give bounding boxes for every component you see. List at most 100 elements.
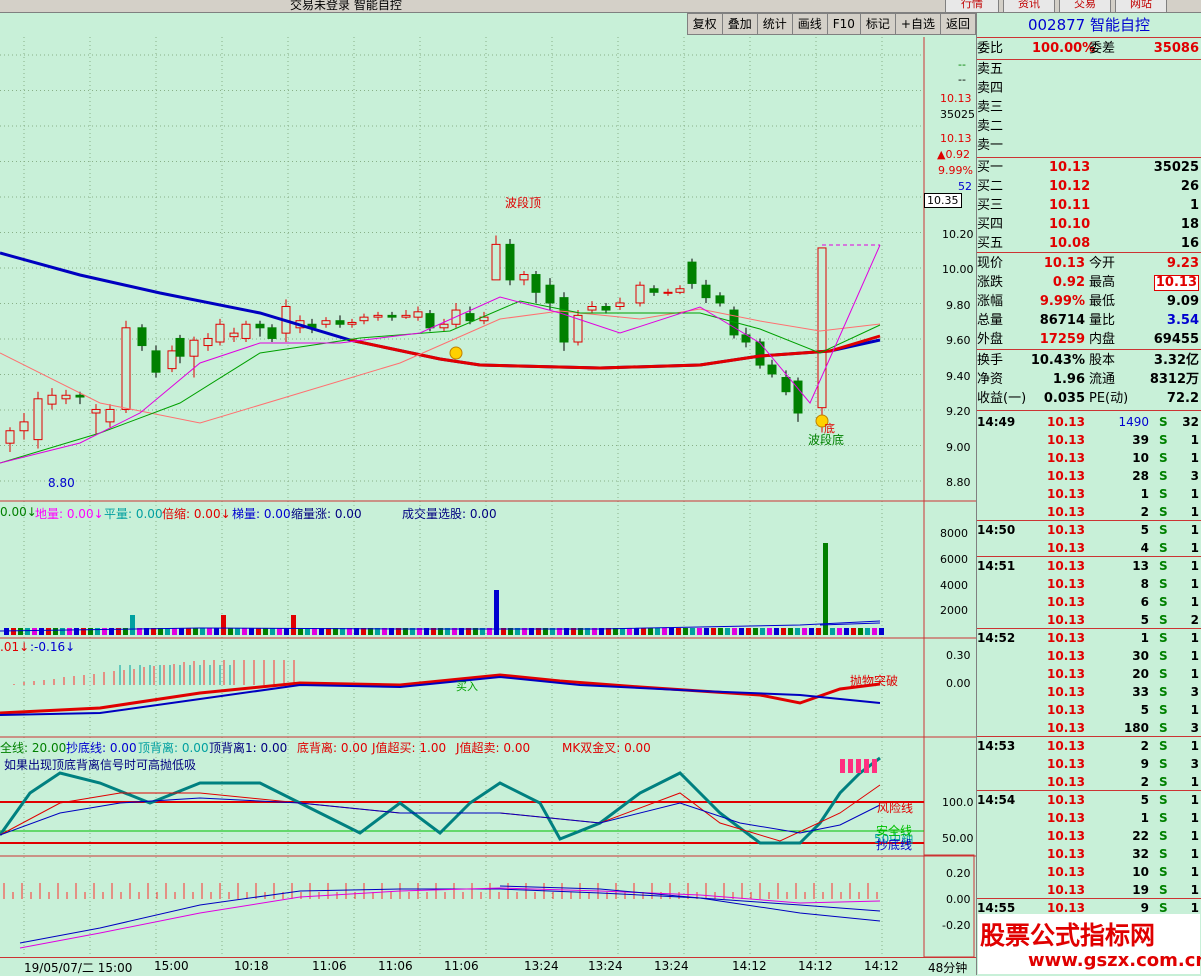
tick-side: S bbox=[1159, 775, 1168, 789]
candle-body bbox=[465, 313, 475, 322]
tick-volume: 2 bbox=[1140, 739, 1149, 753]
grid-lines bbox=[0, 37, 924, 957]
volume-bar bbox=[235, 628, 240, 635]
tick-volume: 180 bbox=[1123, 721, 1149, 735]
tick-row: 10.13 32 S 1 bbox=[977, 845, 1201, 863]
volume-bar bbox=[193, 628, 198, 635]
candle-body bbox=[387, 314, 397, 318]
kline-chart[interactable] bbox=[0, 13, 976, 975]
volume-bar bbox=[249, 628, 254, 635]
market-tab[interactable]: 行情 bbox=[945, 0, 999, 12]
candle-body bbox=[203, 337, 213, 347]
kdj-axis-label: 50.00 bbox=[942, 832, 974, 845]
sell-label: 卖五 bbox=[977, 62, 1004, 77]
tick-volume: 1490 bbox=[1118, 415, 1149, 429]
last-axis-label: 0.20 bbox=[946, 867, 971, 880]
candle-body bbox=[137, 327, 147, 347]
volume-bar bbox=[81, 628, 86, 635]
candle-body bbox=[33, 398, 43, 441]
tick-count: 32 bbox=[1182, 415, 1199, 429]
volume-bar bbox=[739, 628, 744, 635]
tick-price: 10.13 bbox=[1047, 811, 1085, 825]
candle-body bbox=[615, 302, 625, 308]
tick-row: 14:51 10.13 13 S 1 bbox=[977, 557, 1201, 575]
mini-info: ▲0.92 bbox=[937, 148, 970, 161]
quote-label: 涨跌 bbox=[977, 275, 1004, 290]
macd-header-a: .01↓ bbox=[0, 640, 30, 654]
tick-side: S bbox=[1159, 487, 1168, 501]
volume-bar bbox=[760, 628, 765, 635]
tick-count: 1 bbox=[1190, 433, 1199, 447]
tick-count: 1 bbox=[1190, 487, 1199, 501]
tick-price: 10.13 bbox=[1047, 451, 1085, 465]
tick-side: S bbox=[1159, 847, 1168, 861]
volume-bar bbox=[830, 628, 835, 635]
buy-price: 10.12 bbox=[1049, 179, 1091, 194]
tick-side: S bbox=[1159, 577, 1168, 591]
low-price-label: 8.80 bbox=[48, 476, 75, 490]
candle-body bbox=[347, 321, 357, 325]
kdj-signal-bar bbox=[872, 759, 877, 773]
buy-row: 买二 10.12 26 bbox=[977, 178, 1201, 196]
tick-side: S bbox=[1159, 865, 1168, 879]
quote-label: 现价 bbox=[977, 256, 1004, 271]
volume-bar bbox=[60, 628, 65, 635]
candle-body bbox=[559, 297, 569, 343]
tick-time: 14:49 bbox=[977, 415, 1016, 429]
tick-row: 10.13 2 S 1 bbox=[977, 773, 1201, 791]
tick-volume: 9 bbox=[1140, 757, 1149, 771]
tick-count: 1 bbox=[1190, 451, 1199, 465]
fin-label2: PE(动) bbox=[1089, 391, 1129, 406]
kdj-header-b: 抄底线: 0.00 bbox=[66, 741, 137, 755]
tick-count: 1 bbox=[1190, 793, 1199, 807]
fin-label2: 股本 bbox=[1089, 353, 1116, 368]
tick-price: 10.13 bbox=[1047, 505, 1085, 519]
tick-count: 1 bbox=[1190, 739, 1199, 753]
tick-count: 2 bbox=[1190, 613, 1199, 627]
tick-volume: 1 bbox=[1140, 811, 1149, 825]
volume-bar bbox=[67, 628, 72, 635]
volume-bar bbox=[879, 628, 884, 635]
volume-bar bbox=[865, 628, 870, 635]
time-label: 13:24 bbox=[654, 959, 689, 973]
tick-price: 10.13 bbox=[1047, 847, 1085, 861]
volume-bar bbox=[690, 628, 695, 635]
vol-header-d: 倍缩: 0.00↓ bbox=[162, 507, 231, 521]
stock-code: 002877 bbox=[1027, 16, 1086, 34]
news-tab[interactable]: 资讯 bbox=[1003, 0, 1055, 12]
volume-bar bbox=[795, 628, 800, 635]
tick-count: 1 bbox=[1190, 523, 1199, 537]
fin-value2: 3.32亿 bbox=[1153, 353, 1199, 368]
tick-row: 10.13 180 S 3 bbox=[977, 719, 1201, 737]
mini-info: 9.99% bbox=[938, 164, 973, 177]
kdj-header-a: 全线: 20.00 bbox=[0, 741, 67, 755]
trade-tab[interactable]: 交易 bbox=[1059, 0, 1111, 12]
risk-line-label: 风险线 bbox=[877, 801, 914, 815]
vol-header-g: 成交量选股: 0.00 bbox=[402, 507, 497, 521]
tick-volume: 5 bbox=[1140, 793, 1149, 807]
volume-bar bbox=[270, 628, 275, 635]
website-tab[interactable]: 网站 bbox=[1115, 0, 1167, 12]
quote-label2: 最低 bbox=[1089, 294, 1116, 309]
volume-bar bbox=[858, 628, 863, 635]
quote-label: 外盘 bbox=[977, 332, 1004, 347]
price-axis-current: 10.35 bbox=[924, 193, 962, 208]
tick-side: S bbox=[1159, 703, 1168, 717]
volume-bar bbox=[25, 628, 30, 635]
price-axis-label: 9.80 bbox=[946, 299, 971, 312]
tick-count: 1 bbox=[1190, 631, 1199, 645]
chart-area[interactable]: 复权 叠加 统计 画线 F10 标记 +自选 返回 10.35 10.20 10… bbox=[0, 13, 976, 975]
macd-note: 抛物突破 bbox=[850, 674, 899, 688]
candle-body bbox=[601, 306, 611, 311]
candle-body bbox=[321, 320, 331, 325]
tick-time: 14:50 bbox=[977, 523, 1016, 537]
volume-bar bbox=[837, 628, 842, 635]
volume-bar bbox=[74, 628, 79, 635]
tick-volume: 1 bbox=[1140, 487, 1149, 501]
kdj-j-line bbox=[0, 797, 881, 836]
tick-volume: 8 bbox=[1140, 577, 1149, 591]
tick-volume: 39 bbox=[1132, 433, 1149, 447]
tick-price: 10.13 bbox=[1047, 577, 1085, 591]
time-label: 14:12 bbox=[798, 959, 833, 973]
fin-value: 10.43% bbox=[1030, 353, 1085, 368]
